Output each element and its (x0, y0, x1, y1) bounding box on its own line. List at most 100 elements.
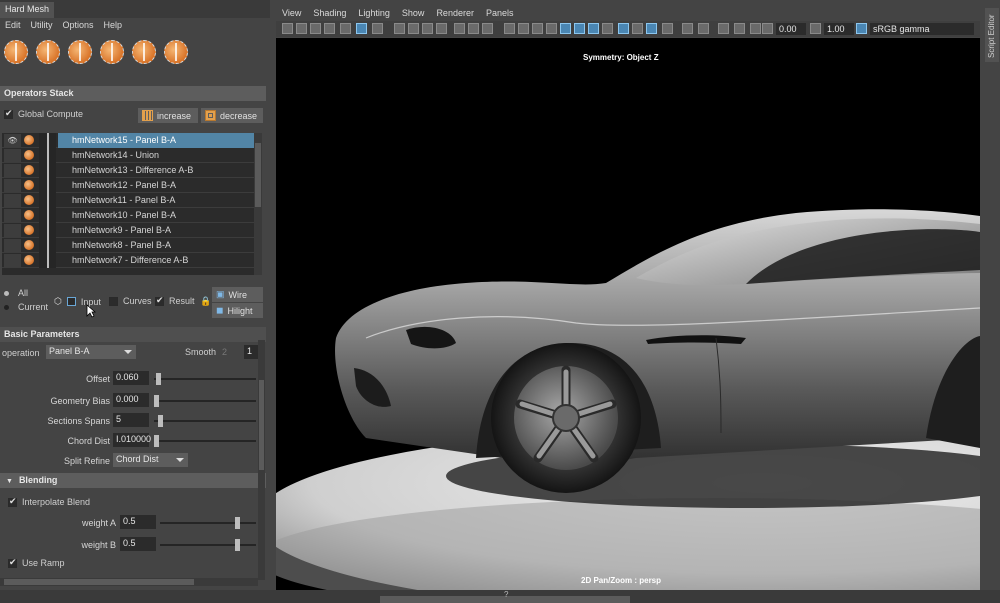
radio-current[interactable] (4, 304, 9, 310)
offset-field[interactable]: 0.060 (113, 371, 149, 385)
stack-row[interactable]: hmNetwork7 - Difference A-B (2, 253, 254, 268)
sections-spans-slider-knob[interactable] (158, 415, 163, 427)
color-space-dropdown[interactable]: sRGB gamma (870, 23, 974, 35)
exposure-field[interactable]: 0.00 (776, 23, 806, 35)
color-management-icon[interactable] (856, 23, 867, 34)
image-plane-icon[interactable] (324, 23, 335, 34)
stack-row[interactable]: hmNetwork11 - Panel B-A (2, 193, 254, 208)
input-checkbox[interactable] (66, 297, 76, 306)
smooth-field[interactable]: 1 (244, 345, 258, 359)
result-toggle-row[interactable]: Result (155, 295, 195, 306)
offset-slider[interactable] (154, 373, 256, 385)
sphere-split-icon[interactable] (36, 40, 60, 64)
weight-a-field[interactable]: 0.5 (120, 515, 156, 529)
result-checkbox[interactable] (155, 295, 164, 306)
motion-blur-icon[interactable] (632, 23, 643, 34)
stack-row[interactable]: hmNetwork10 - Panel B-A (2, 208, 254, 223)
eye-toggle[interactable] (4, 149, 21, 162)
safe-title-icon[interactable] (482, 23, 493, 34)
radio-all-row[interactable]: All (4, 288, 28, 298)
menu-view[interactable]: View (282, 8, 301, 19)
wire-button[interactable]: ▣ Wire (212, 287, 263, 302)
wireframe-icon[interactable] (504, 23, 515, 34)
shadows-icon[interactable] (588, 23, 599, 34)
geometry-bias-field[interactable]: 0.000 (113, 393, 149, 407)
resolution-gate-icon[interactable] (422, 23, 433, 34)
use-ramp-row[interactable]: Use Ramp (8, 557, 65, 568)
3d-viewport[interactable]: Symmetry: Object Z 2D Pan/Zoom : persp (276, 38, 980, 590)
camera-icon[interactable] (282, 23, 293, 34)
weight-a-slider-knob[interactable] (235, 517, 240, 529)
depth-of-field-icon[interactable] (662, 23, 673, 34)
gate-mask-icon[interactable] (436, 23, 447, 34)
layout-icon[interactable] (718, 23, 729, 34)
lights-icon[interactable] (574, 23, 585, 34)
stack-scrollbar-thumb[interactable] (255, 143, 261, 207)
tab-hard-mesh[interactable]: Hard Mesh (0, 2, 54, 18)
radio-current-row[interactable]: Current (4, 302, 48, 312)
menu-lighting[interactable]: Lighting (358, 8, 390, 19)
weight-b-slider[interactable] (160, 539, 256, 551)
sphere-cut-icon[interactable] (4, 40, 28, 64)
hilight-button[interactable]: ◼ Hilight (212, 303, 263, 318)
menu-panels[interactable]: Panels (486, 8, 514, 19)
global-compute-checkbox[interactable] (4, 108, 13, 119)
eye-toggle[interactable] (4, 209, 21, 222)
wireframe-on-shaded-icon[interactable] (546, 23, 557, 34)
weight-b-slider-knob[interactable] (235, 539, 240, 551)
operators-stack-list[interactable]: 👁 hmNetwork15 - Panel B-A hmNetwork14 - … (2, 133, 262, 275)
stack-scrollbar[interactable] (254, 133, 262, 275)
geometry-bias-slider-knob[interactable] (154, 395, 159, 407)
parameters-scrollbar-thumb[interactable] (259, 380, 264, 470)
lock-icon[interactable]: 🔒 (200, 296, 211, 307)
weight-a-slider[interactable] (160, 517, 256, 529)
increase-button[interactable]: increase (138, 108, 198, 123)
curves-toggle-row[interactable]: Curves (109, 296, 152, 306)
frame-icon[interactable] (698, 23, 709, 34)
grease-pencil-icon[interactable] (372, 23, 383, 34)
parameters-hscrollbar-thumb[interactable] (4, 579, 194, 585)
geometry-bias-slider[interactable] (154, 395, 256, 407)
basic-parameters-header[interactable]: Basic Parameters (0, 327, 266, 342)
gamma-field[interactable]: 1.00 (824, 23, 854, 35)
sections-spans-field[interactable]: 5 (113, 413, 149, 427)
decrease-button[interactable]: decrease (201, 108, 263, 123)
sphere-half-icon[interactable] (100, 40, 124, 64)
default-material-icon[interactable] (532, 23, 543, 34)
menu-help[interactable]: Help (104, 20, 123, 32)
bookmark-icon[interactable] (310, 23, 321, 34)
eye-toggle[interactable] (4, 239, 21, 252)
select-tool-icon[interactable] (682, 23, 693, 34)
eye-toggle[interactable] (4, 194, 21, 207)
menu-renderer[interactable]: Renderer (436, 8, 474, 19)
textured-icon[interactable] (560, 23, 571, 34)
parameters-scrollbar[interactable] (258, 340, 265, 580)
split-refine-dropdown[interactable]: Chord Dist (113, 453, 188, 467)
smooth-shade-icon[interactable] (518, 23, 529, 34)
stack-row[interactable]: hmNetwork9 - Panel B-A (2, 223, 254, 238)
sphere-slice-icon[interactable] (68, 40, 92, 64)
isolate-select-icon[interactable] (618, 23, 629, 34)
sphere-bevel-icon[interactable] (164, 40, 188, 64)
parameters-hscrollbar[interactable] (0, 578, 258, 586)
radio-all[interactable] (4, 290, 9, 296)
gamma-icon[interactable] (810, 23, 821, 34)
film-gate-icon[interactable] (408, 23, 419, 34)
grid-icon[interactable] (394, 23, 405, 34)
menu-show[interactable]: Show (402, 8, 425, 19)
offset-slider-knob[interactable] (156, 373, 161, 385)
weight-b-field[interactable]: 0.5 (120, 537, 156, 551)
stack-row[interactable]: hmNetwork14 - Union (2, 148, 254, 163)
stack-row[interactable]: 👁 hmNetwork15 - Panel B-A (2, 133, 254, 148)
interpolate-blend-row[interactable]: Interpolate Blend (8, 496, 90, 507)
interpolate-blend-checkbox[interactable] (8, 496, 17, 507)
xray-icon[interactable] (356, 23, 367, 34)
script-editor-tab[interactable]: Script Editor (985, 8, 999, 62)
chord-dist-slider[interactable] (154, 435, 256, 447)
eye-toggle[interactable] (4, 224, 21, 237)
sections-spans-slider[interactable] (154, 415, 256, 427)
use-ramp-checkbox[interactable] (8, 557, 17, 568)
symmetry-icon[interactable] (340, 23, 351, 34)
eye-toggle[interactable] (4, 179, 21, 192)
stack-row[interactable]: hmNetwork12 - Panel B-A (2, 178, 254, 193)
